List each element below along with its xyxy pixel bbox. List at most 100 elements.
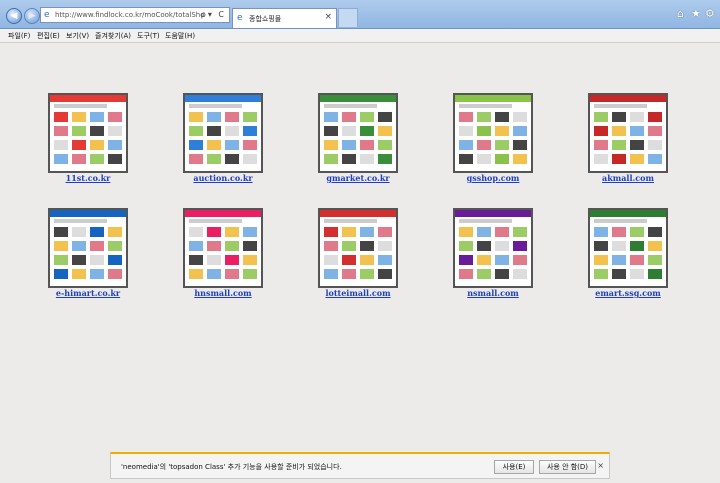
site-thumbnail[interactable] bbox=[453, 93, 533, 173]
menu-tools[interactable]: 도구(T) bbox=[137, 31, 160, 41]
thumb-content-block bbox=[612, 140, 626, 150]
thumb-content-block bbox=[342, 241, 356, 251]
thumb-content-block bbox=[90, 126, 104, 136]
thumb-content-block bbox=[630, 154, 644, 164]
thumb-header bbox=[320, 95, 396, 102]
site-link[interactable]: akmall.com bbox=[568, 173, 688, 183]
back-button[interactable]: ◀ bbox=[6, 8, 22, 24]
site-link[interactable]: auction.co.kr bbox=[163, 173, 283, 183]
settings-gear-icon[interactable]: ⚙ bbox=[705, 7, 715, 20]
home-icon[interactable]: ⌂ bbox=[677, 7, 684, 20]
site-thumbnail[interactable] bbox=[183, 93, 263, 173]
thumb-header bbox=[50, 95, 126, 102]
thumb-content-block bbox=[342, 227, 356, 237]
thumb-content-block bbox=[207, 154, 221, 164]
thumb-content-block bbox=[360, 255, 374, 265]
thumb-nav bbox=[324, 219, 378, 223]
thumb-content-block bbox=[612, 241, 626, 251]
menu-view[interactable]: 보기(V) bbox=[66, 31, 89, 41]
site-thumbnail[interactable] bbox=[48, 93, 128, 173]
menu-favorites[interactable]: 즐겨찾기(A) bbox=[95, 31, 131, 41]
site-link[interactable]: emart.ssg.com bbox=[568, 288, 688, 298]
address-search-refresh-icons[interactable]: ρ▾ C bbox=[201, 10, 226, 19]
thumb-content-block bbox=[324, 255, 338, 265]
enable-addon-button[interactable]: 사용(E) bbox=[494, 460, 534, 474]
thumb-content-block bbox=[594, 126, 608, 136]
thumb-content-block bbox=[324, 112, 338, 122]
close-notification-icon[interactable]: × bbox=[597, 461, 604, 470]
site-thumbnail[interactable] bbox=[318, 93, 398, 173]
thumb-content-block bbox=[495, 227, 509, 237]
thumb-content-block bbox=[54, 126, 68, 136]
address-bar[interactable]: e http://www.findlock.co.kr/moCook/total… bbox=[40, 7, 230, 23]
thumb-header bbox=[185, 95, 261, 102]
thumb-content-block bbox=[243, 154, 257, 164]
thumb-content-block bbox=[342, 154, 356, 164]
thumb-nav bbox=[594, 104, 648, 108]
thumb-content-block bbox=[90, 255, 104, 265]
thumb-content-block bbox=[360, 269, 374, 279]
thumb-content-block bbox=[594, 227, 608, 237]
menu-file[interactable]: 파일(F) bbox=[8, 31, 30, 41]
site-link[interactable]: e-himart.co.kr bbox=[28, 288, 148, 298]
favorites-star-icon[interactable]: ★ bbox=[691, 7, 701, 20]
site-thumbnail[interactable] bbox=[318, 208, 398, 288]
menu-help[interactable]: 도움말(H) bbox=[165, 31, 195, 41]
menu-edit[interactable]: 편집(E) bbox=[37, 31, 60, 41]
site-link[interactable]: gmarket.co.kr bbox=[298, 173, 418, 183]
thumb-content-block bbox=[225, 112, 239, 122]
thumb-content-block bbox=[630, 269, 644, 279]
thumb-content-block bbox=[72, 227, 86, 237]
thumb-content-block bbox=[243, 227, 257, 237]
site-link[interactable]: 11st.co.kr bbox=[28, 173, 148, 183]
thumb-content-block bbox=[189, 112, 203, 122]
thumb-content-block bbox=[513, 227, 527, 237]
thumb-content-block bbox=[72, 255, 86, 265]
site-thumbnail[interactable] bbox=[48, 208, 128, 288]
site-link[interactable]: nsmall.com bbox=[433, 288, 553, 298]
site-thumbnail[interactable] bbox=[588, 93, 668, 173]
tab-close-icon[interactable]: × bbox=[324, 12, 332, 22]
new-tab-button[interactable] bbox=[338, 8, 358, 27]
site-link[interactable]: gsshop.com bbox=[433, 173, 553, 183]
thumb-content-block bbox=[630, 255, 644, 265]
thumb-content-block bbox=[72, 140, 86, 150]
thumb-content-block bbox=[612, 269, 626, 279]
thumb-content-block bbox=[360, 241, 374, 251]
address-url[interactable]: http://www.findlock.co.kr/moCook/totalSh… bbox=[55, 11, 205, 19]
thumb-content-block bbox=[72, 154, 86, 164]
forward-button[interactable]: ▶ bbox=[24, 8, 40, 24]
thumb-content-block bbox=[513, 140, 527, 150]
thumb-content-block bbox=[495, 154, 509, 164]
thumb-content-block bbox=[54, 154, 68, 164]
thumb-header bbox=[185, 210, 261, 217]
thumb-content-block bbox=[495, 126, 509, 136]
thumb-content-block bbox=[342, 140, 356, 150]
tab-active[interactable]: e 종합쇼핑몰 × bbox=[232, 8, 337, 28]
site-thumbnail[interactable] bbox=[588, 208, 668, 288]
site-thumbnail[interactable] bbox=[453, 208, 533, 288]
thumb-content-block bbox=[459, 269, 473, 279]
thumb-nav bbox=[324, 104, 378, 108]
site-thumbnail[interactable] bbox=[183, 208, 263, 288]
thumb-content-block bbox=[648, 241, 662, 251]
thumb-content-block bbox=[54, 269, 68, 279]
thumb-content-block bbox=[513, 255, 527, 265]
thumb-content-block bbox=[108, 255, 122, 265]
thumb-content-block bbox=[225, 126, 239, 136]
site-link[interactable]: hnsmall.com bbox=[163, 288, 283, 298]
thumb-content-block bbox=[378, 126, 392, 136]
site-link[interactable]: lotteimall.com bbox=[298, 288, 418, 298]
disable-addon-button[interactable]: 사용 안 함(D) bbox=[539, 460, 596, 474]
thumb-content-block bbox=[108, 140, 122, 150]
thumb-content-block bbox=[594, 269, 608, 279]
thumb-content-block bbox=[648, 140, 662, 150]
thumb-content-block bbox=[594, 241, 608, 251]
thumb-content-block bbox=[189, 255, 203, 265]
thumb-content-block bbox=[72, 112, 86, 122]
thumb-content-block bbox=[189, 140, 203, 150]
thumb-content-block bbox=[378, 227, 392, 237]
thumb-content-block bbox=[324, 126, 338, 136]
thumb-nav bbox=[459, 219, 513, 223]
addon-notification-bar: 'neomedia'의 'topsadon Class' 추가 기능을 사용할 … bbox=[110, 452, 610, 479]
